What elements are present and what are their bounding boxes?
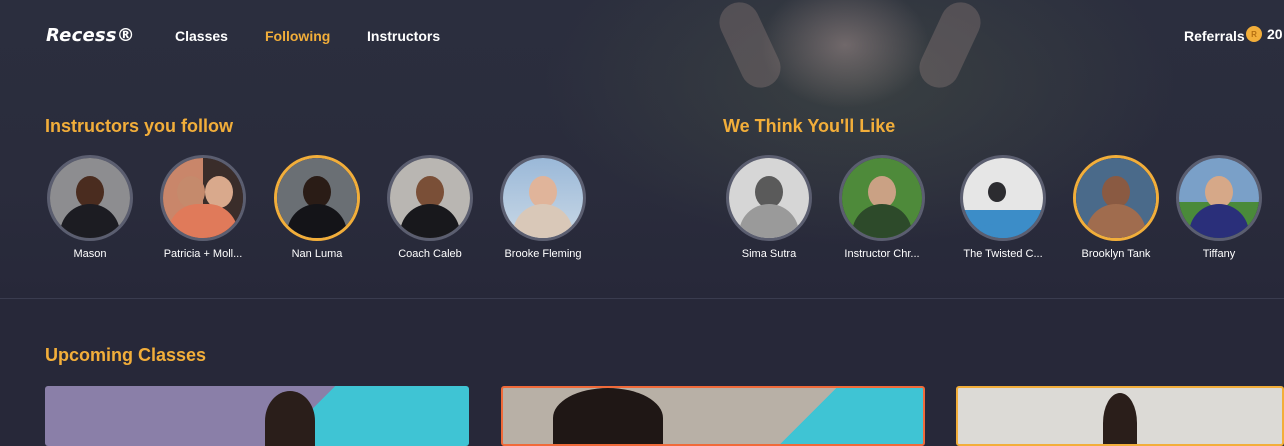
instructor-card[interactable]: Sima Sutra <box>714 155 824 260</box>
nav-classes[interactable]: Classes <box>175 28 228 44</box>
avatar <box>839 155 925 241</box>
instructor-name: Brooklyn Tank <box>1081 248 1151 260</box>
avatar <box>1176 155 1262 241</box>
instructor-name: Tiffany <box>1202 248 1236 260</box>
avatar <box>726 155 812 241</box>
instructor-name: Instructor Chr... <box>844 248 920 260</box>
recess-logo[interactable]: Recess® <box>46 25 135 46</box>
instructor-card[interactable]: Instructor Chr... <box>827 155 937 260</box>
avatar <box>274 155 360 241</box>
nav-instructors[interactable]: Instructors <box>367 28 440 44</box>
instructor-name: Sima Sutra <box>741 248 797 260</box>
avatar <box>1073 155 1159 241</box>
instructor-name: The Twisted C... <box>963 248 1043 260</box>
class-card-thumbnail <box>553 388 663 444</box>
section-divider <box>0 298 1284 299</box>
instructor-name: Nan Luma <box>291 248 343 260</box>
class-card-thumbnail <box>265 391 315 446</box>
class-card[interactable] <box>956 386 1284 446</box>
class-card[interactable] <box>45 386 469 446</box>
instructor-card[interactable]: Tiffany <box>1164 155 1274 260</box>
upcoming-section-title: Upcoming Classes <box>45 345 207 365</box>
instructor-name: Brooke Fleming <box>504 248 582 260</box>
nav-following[interactable]: Following <box>265 28 330 44</box>
instructor-name: Coach Caleb <box>398 248 462 260</box>
avatar <box>500 155 586 241</box>
instructor-card[interactable]: Mason <box>35 155 145 260</box>
instructor-card[interactable]: Brooke Fleming <box>488 155 598 260</box>
instructor-name: Mason <box>73 248 107 260</box>
instructor-card[interactable]: The Twisted C... <box>948 155 1058 260</box>
instructor-card[interactable]: Nan Luma <box>262 155 372 260</box>
top-nav: Recess® Classes Following Instructors Re… <box>0 0 1284 70</box>
avatar <box>47 155 133 241</box>
class-card[interactable] <box>501 386 925 446</box>
coin-balance[interactable]: R 20 <box>1246 26 1283 42</box>
avatar <box>960 155 1046 241</box>
instructor-card[interactable]: Coach Caleb <box>375 155 485 260</box>
avatar <box>387 155 473 241</box>
referrals-link[interactable]: Referrals <box>1184 28 1245 44</box>
instructor-card[interactable]: Patricia + Moll... <box>148 155 258 260</box>
instructor-name: Patricia + Moll... <box>163 248 243 260</box>
suggested-section-title: We Think You'll Like <box>723 116 896 136</box>
class-card-thumbnail <box>1103 393 1137 444</box>
avatar <box>160 155 246 241</box>
instructor-card[interactable]: Brooklyn Tank <box>1061 155 1171 260</box>
coin-icon: R <box>1246 26 1262 42</box>
coin-balance-value: 20 <box>1267 26 1283 42</box>
following-section-title: Instructors you follow <box>45 116 234 136</box>
